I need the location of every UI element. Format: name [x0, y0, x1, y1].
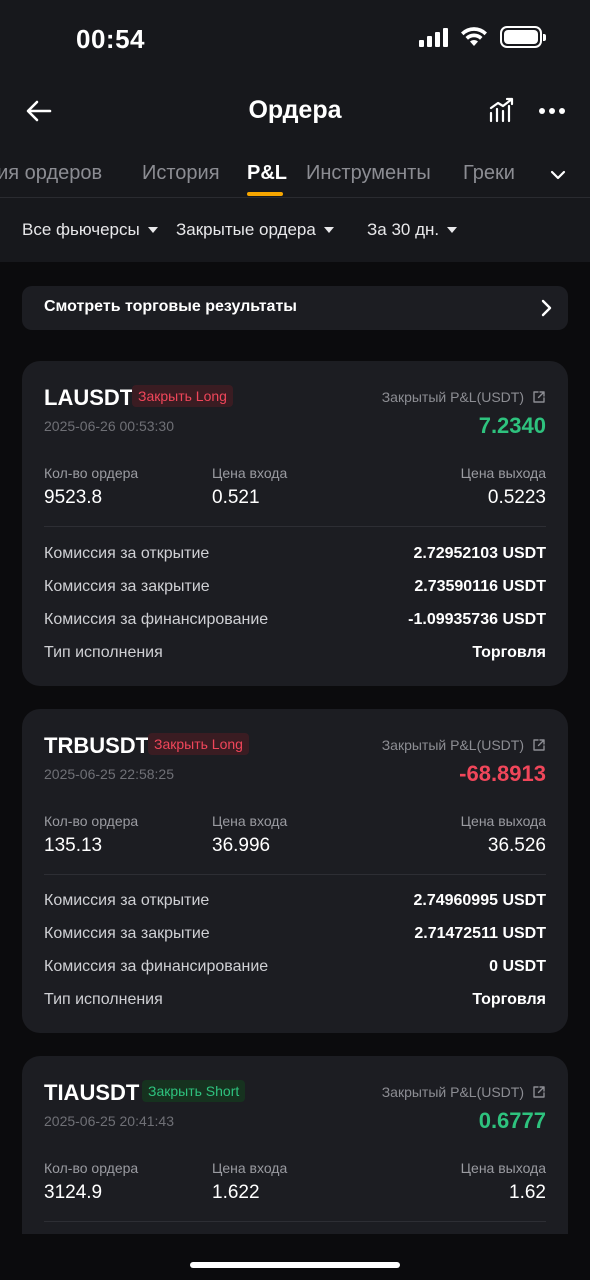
view-trading-results-label: Смотреть торговые результаты	[44, 298, 297, 315]
share-icon	[533, 739, 545, 751]
order-qty-label: Кол-во ордера	[44, 813, 139, 829]
entry-price-label: Цена входа	[212, 813, 288, 829]
close-fee-label: Комиссия за закрытие	[44, 578, 210, 595]
caret-down-icon	[323, 227, 334, 233]
order-symbol: TIAUSDT	[44, 1080, 140, 1105]
open-fee-label: Комиссия за открытие	[44, 545, 210, 562]
closed-pnl-value: 0.6777	[478, 1108, 546, 1133]
close-direction-badge: Закрыть Long	[132, 385, 233, 407]
order-qty-value: 9523.8	[44, 487, 103, 508]
chart-button[interactable]	[488, 96, 518, 126]
open-fee-value: 2.72952103 USDT	[413, 545, 546, 562]
funding-fee-label: Комиссия за финансирование	[44, 958, 269, 975]
execution-type-label: Тип исполнения	[44, 644, 163, 661]
closed-pnl-label-text: Закрытый P&L(USDT)	[381, 1084, 524, 1100]
exit-price-label: Цена выхода	[460, 813, 546, 829]
closed-pnl-label-text: Закрытый P&L(USDT)	[381, 389, 524, 405]
bottom-safe-area	[0, 1234, 590, 1280]
status-icons	[419, 26, 546, 48]
order-symbol: TRBUSDT	[44, 733, 150, 758]
close-direction-badge: Закрыть Short	[142, 1080, 246, 1102]
more-options-button[interactable]	[536, 96, 568, 126]
cellular-signal-icon	[419, 27, 448, 47]
entry-price-label: Цена входа	[212, 1160, 288, 1176]
wifi-icon	[461, 27, 487, 46]
order-qty-label: Кол-во ордера	[44, 465, 139, 481]
close-fee-label: Комиссия за закрытие	[44, 925, 210, 942]
execution-type-value: Торговля	[472, 644, 546, 661]
chevron-down-icon	[550, 170, 566, 180]
divider	[44, 874, 546, 875]
view-trading-results-button[interactable]: Смотреть торговые результаты	[22, 286, 568, 330]
caret-down-icon	[447, 227, 458, 233]
tab-bar: рия ордеров История P&L Инструменты Грек…	[0, 148, 590, 198]
order-card[interactable]: LAUSDT Закрыть Long 2025-06-26 00:53:30 …	[22, 361, 568, 686]
filter-order-status-label: Закрытые ордера	[176, 220, 316, 239]
close-direction-badge: Закрыть Long	[148, 733, 249, 755]
tabs-expand-button[interactable]	[540, 160, 576, 190]
order-qty-value: 135.13	[44, 835, 103, 856]
tab-pnl[interactable]: P&L	[247, 162, 287, 185]
tab-order-history[interactable]: рия ордеров	[0, 162, 102, 185]
order-datetime: 2025-06-26 00:53:30	[44, 418, 174, 434]
tab-greeks[interactable]: Греки	[463, 162, 515, 185]
funding-fee-label: Комиссия за финансирование	[44, 611, 269, 628]
status-time: 00:54	[76, 24, 145, 54]
battery-icon	[500, 26, 546, 48]
entry-price-value: 1.622	[212, 1182, 260, 1203]
filter-bar: Все фьючерсы Закрытые ордера За 30 дн.	[0, 200, 590, 262]
open-fee-label: Комиссия за открытие	[44, 892, 210, 909]
share-icon	[533, 391, 545, 403]
dot-icon	[549, 108, 555, 114]
home-indicator[interactable]	[190, 1262, 400, 1268]
divider	[44, 526, 546, 527]
entry-price-value: 36.996	[212, 835, 271, 856]
closed-pnl-label[interactable]: Закрытый P&L(USDT)	[382, 1084, 546, 1100]
exit-price-value: 1.62	[509, 1182, 546, 1203]
close-fee-value: 2.71472511 USDT	[414, 925, 546, 942]
filter-futures[interactable]: Все фьючерсы	[22, 220, 158, 240]
filter-period-label: За 30 дн.	[367, 220, 440, 239]
order-datetime: 2025-06-25 20:41:43	[44, 1113, 174, 1129]
dot-icon	[539, 108, 545, 114]
funding-fee-value: -1.09935736 USDT	[408, 611, 546, 628]
exit-price-value: 0.5223	[487, 487, 546, 508]
active-tab-indicator	[247, 192, 283, 196]
filter-futures-label: Все фьючерсы	[22, 220, 140, 239]
chevron-right-icon	[541, 299, 552, 317]
tab-instruments[interactable]: Инструменты	[306, 162, 431, 185]
execution-type-label: Тип исполнения	[44, 991, 163, 1008]
filter-order-status[interactable]: Закрытые ордера	[176, 220, 334, 240]
status-bar: 00:54	[0, 0, 590, 80]
share-icon	[533, 1086, 545, 1098]
order-card[interactable]: TRBUSDT Закрыть Long 2025-06-25 22:58:25…	[22, 709, 568, 1033]
funding-fee-value: 0 USDT	[489, 958, 546, 975]
exit-price-value: 36.526	[487, 835, 546, 856]
close-fee-value: 2.73590116 USDT	[414, 578, 546, 595]
closed-pnl-label[interactable]: Закрытый P&L(USDT)	[382, 737, 546, 753]
order-symbol: LAUSDT	[44, 385, 134, 410]
exit-price-label: Цена выхода	[460, 1160, 546, 1176]
tab-history[interactable]: История	[142, 162, 220, 185]
closed-pnl-label[interactable]: Закрытый P&L(USDT)	[382, 389, 546, 405]
execution-type-value: Торговля	[472, 991, 546, 1008]
order-datetime: 2025-06-25 22:58:25	[44, 766, 174, 782]
order-qty-value: 3124.9	[44, 1182, 103, 1203]
chart-icon	[489, 97, 514, 123]
open-fee-value: 2.74960995 USDT	[413, 892, 546, 909]
closed-pnl-value: -68.8913	[459, 761, 546, 786]
exit-price-label: Цена выхода	[460, 465, 546, 481]
order-qty-label: Кол-во ордера	[44, 1160, 139, 1176]
nav-bar: Ордера	[0, 80, 590, 144]
header-area: 00:54 Ордера я ордеров История P&L Инстр…	[0, 0, 590, 262]
filter-period[interactable]: За 30 дн.	[367, 220, 458, 240]
closed-pnl-value: 7.2340	[478, 413, 546, 438]
entry-price-value: 0.521	[212, 487, 260, 508]
dot-icon	[559, 108, 565, 114]
divider	[44, 1221, 546, 1222]
entry-price-label: Цена входа	[212, 465, 288, 481]
closed-pnl-label-text: Закрытый P&L(USDT)	[381, 737, 524, 753]
caret-down-icon	[147, 227, 158, 233]
